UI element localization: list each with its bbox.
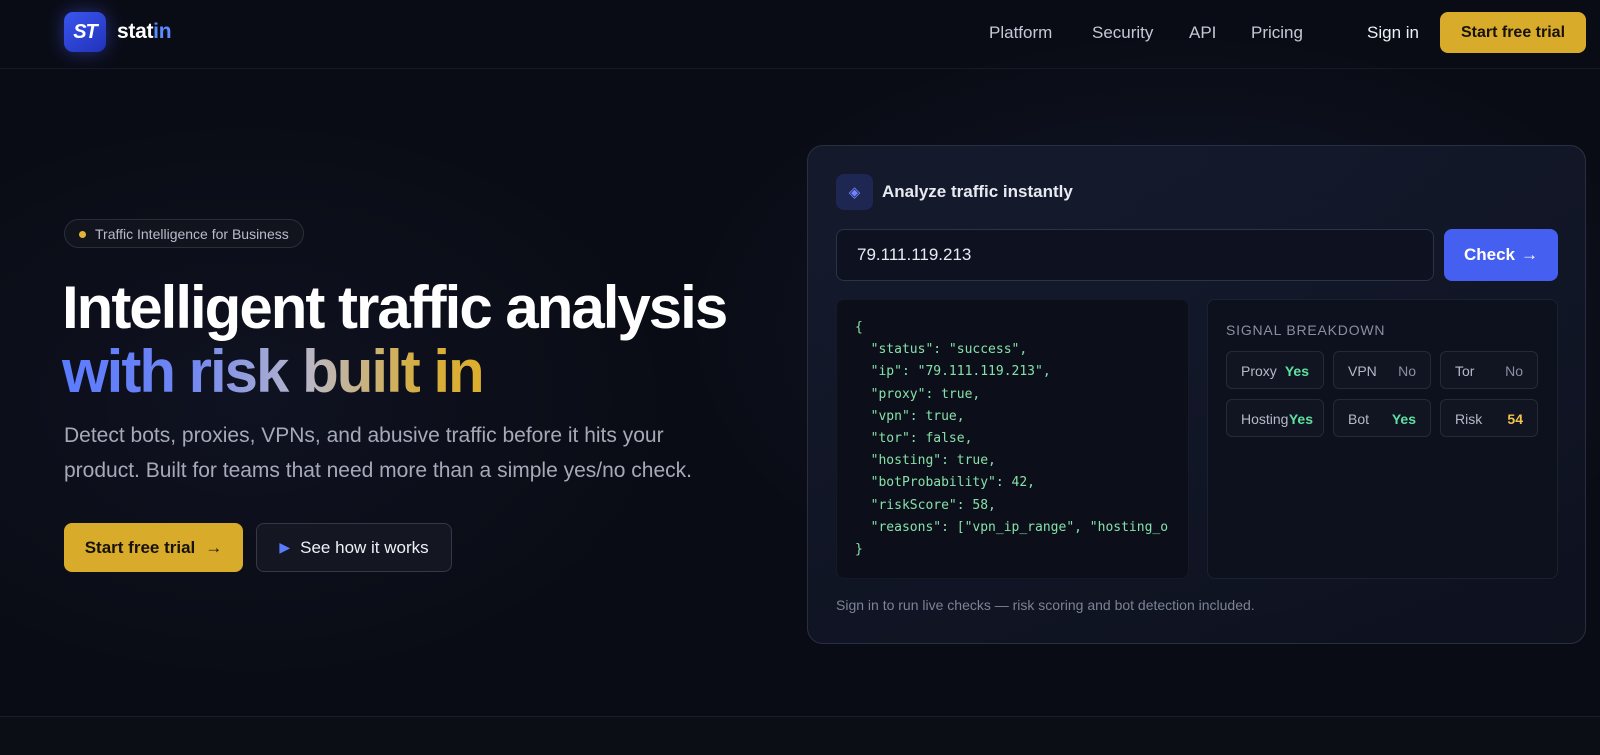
top-nav: ST statin Platform Security API Pricing …	[0, 0, 1600, 69]
hero-badge: Traffic Intelligence for Business	[64, 219, 304, 248]
code-line: "ip": "79.111.119.213",	[855, 364, 1051, 380]
diamond-icon: ◈	[836, 174, 873, 210]
code-line: {	[855, 320, 863, 335]
code-line: "tor": false,	[855, 431, 973, 447]
panel-title: Analyze traffic instantly	[882, 182, 1073, 201]
arrow-right-icon: →	[205, 537, 223, 557]
play-icon: ▶	[279, 539, 291, 555]
code-line: "hosting": true,	[855, 453, 996, 469]
arrow-right-icon: →	[1521, 245, 1539, 264]
logo-icon[interactable]: ST	[64, 12, 106, 52]
nav-link-security[interactable]: Security	[1092, 23, 1153, 43]
code-line: "proxy": true,	[855, 386, 981, 402]
signal-value: Yes	[1391, 411, 1416, 427]
json-response: { "status": "success", "ip": "79.111.119…	[836, 299, 1189, 579]
signal-label: Bot	[1348, 411, 1370, 427]
next-section-edge	[0, 717, 1600, 755]
brand-name[interactable]: statin	[117, 20, 172, 44]
hero-start-trial-label: Start free trial	[84, 537, 196, 557]
code-line: }	[855, 542, 863, 558]
signal-value: Yes	[1284, 363, 1309, 379]
signal-value: No	[1398, 363, 1416, 379]
signal-breakdown: SIGNAL BREAKDOWN Proxy Yes VPN No Tor No…	[1207, 299, 1558, 579]
hero-title-line2: with risk built in	[62, 338, 485, 405]
analyze-panel: ◈ Analyze traffic instantly Check → { "s…	[807, 145, 1586, 644]
signal-label: Proxy	[1241, 363, 1277, 379]
hero-subtitle: Detect bots, proxies, VPNs, and abusive …	[64, 424, 692, 482]
check-button[interactable]: Check →	[1444, 229, 1558, 281]
brand-name-suffix: in	[153, 20, 172, 43]
signal-chip-hosting: Hosting Yes	[1226, 399, 1324, 437]
hero-title-line1: Intelligent traffic analysis	[62, 274, 728, 341]
code-line: "reasons": ["vpn_ip_range", "hosting_o	[855, 519, 1169, 535]
check-button-label: Check	[1463, 245, 1516, 264]
signal-value: Yes	[1288, 411, 1313, 427]
code-line: "botProbability": 42,	[855, 475, 1036, 491]
sign-in-link[interactable]: Sign in	[1367, 23, 1419, 43]
nav-link-pricing[interactable]: Pricing	[1251, 23, 1303, 43]
signal-label: VPN	[1348, 363, 1377, 379]
ip-input[interactable]	[836, 229, 1434, 281]
code-line: "vpn": true,	[855, 408, 965, 424]
hero-badge-text: Traffic Intelligence for Business	[95, 225, 289, 242]
code-line: "riskScore": 58,	[855, 497, 996, 513]
nav-link-platform[interactable]: Platform	[989, 23, 1052, 43]
nav-start-trial-button[interactable]: Start free trial	[1440, 12, 1586, 53]
signal-value: No	[1505, 363, 1523, 379]
see-how-it-works-label: See how it works	[300, 537, 429, 557]
signal-chip-risk: Risk 54	[1440, 399, 1538, 437]
signal-label: Tor	[1455, 363, 1475, 379]
signal-chip-bot: Bot Yes	[1333, 399, 1431, 437]
nav-link-api[interactable]: API	[1189, 23, 1216, 43]
signal-value: 54	[1507, 411, 1523, 427]
signal-label: Hosting	[1241, 411, 1289, 427]
badge-dot-icon	[79, 231, 86, 238]
see-how-it-works-button[interactable]: ▶ See how it works	[256, 523, 452, 572]
signal-chip-tor: Tor No	[1440, 351, 1538, 389]
code-line: "status": "success",	[855, 342, 1028, 358]
hero-start-trial-button[interactable]: Start free trial →	[64, 523, 243, 572]
brand-name-prefix: stat	[117, 20, 154, 43]
signal-chip-vpn: VPN No	[1333, 351, 1431, 389]
signal-chip-proxy: Proxy Yes	[1226, 351, 1324, 389]
signal-breakdown-heading: SIGNAL BREAKDOWN	[1226, 322, 1386, 338]
signal-label: Risk	[1455, 411, 1483, 427]
panel-footnote: Sign in to run live checks — risk scorin…	[836, 597, 1255, 613]
